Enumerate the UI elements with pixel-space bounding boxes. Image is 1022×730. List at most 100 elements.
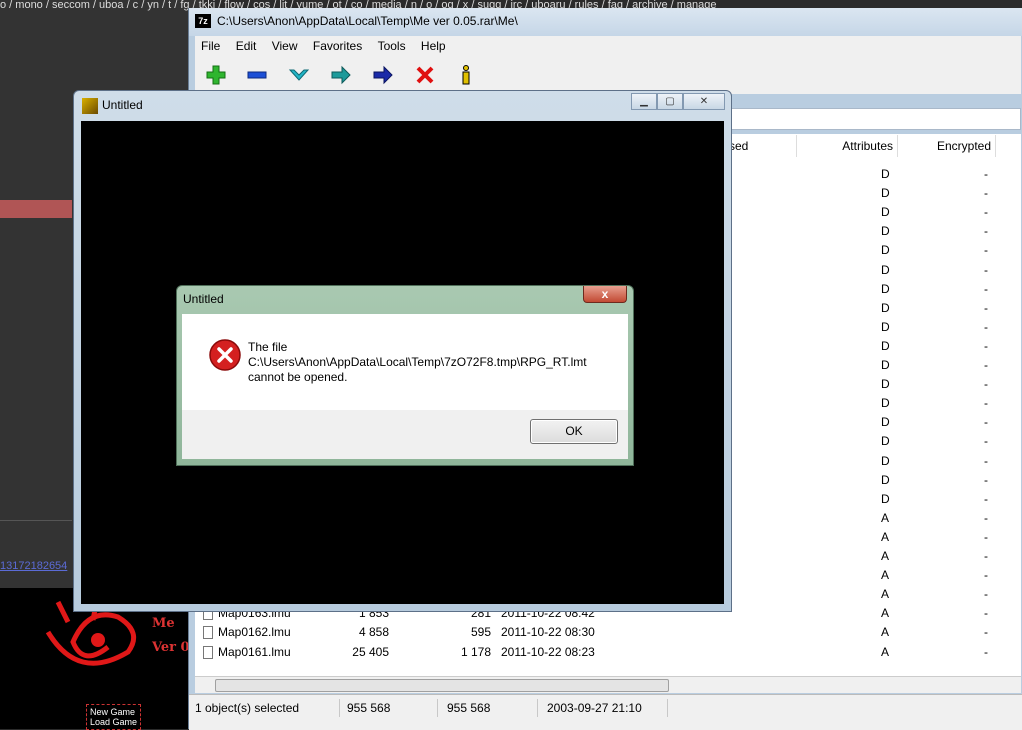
menu-tools[interactable]: Tools (372, 36, 412, 56)
file-encrypted: - (984, 606, 988, 621)
copy-button[interactable] (330, 64, 352, 86)
column-attributes[interactable]: Attributes (797, 135, 898, 157)
info-button[interactable] (455, 64, 477, 86)
file-attributes: D (881, 281, 890, 296)
archive-window-title: C:\Users\Anon\AppData\Local\Temp\Me ver … (217, 14, 518, 28)
error-icon (209, 339, 241, 371)
maximize-button[interactable]: ▢ (657, 93, 683, 110)
rpg-maker-icon (82, 98, 98, 114)
status-modified: 2003-09-27 21:10 (543, 699, 668, 717)
file-attributes: D (881, 300, 890, 315)
file-attributes: D (881, 472, 890, 487)
file-attributes: D (881, 262, 890, 277)
table-row[interactable]: Map0161.lmu 25 405 1 178 2011-10-22 08:23 A - (195, 643, 1021, 662)
menu-view[interactable]: View (266, 36, 304, 56)
menu-favorites[interactable]: Favorites (307, 36, 368, 56)
scrollbar-thumb[interactable] (215, 679, 669, 692)
delete-icon (416, 66, 434, 84)
file-encrypted: - (984, 186, 988, 201)
game-menu-new[interactable]: New Game (90, 707, 137, 717)
minimize-button[interactable]: ▁ (631, 93, 657, 110)
file-encrypted: - (984, 549, 988, 563)
table-row[interactable]: Map0162.lmu 4 858 595 2011-10-22 08:30 A - (195, 623, 1021, 642)
error-message-path: C:\Users\Anon\AppData\Local\Temp\7zO72F8… (248, 355, 587, 369)
file-encrypted: - (984, 644, 988, 659)
file-encrypted: - (984, 319, 988, 334)
file-encrypted: - (984, 625, 988, 640)
status-size: 955 568 (343, 699, 438, 717)
file-attributes: D (881, 396, 890, 411)
column-packed-size[interactable]: sed (725, 135, 797, 157)
file-attributes: D (881, 434, 890, 449)
background-post-link[interactable]: 13172182654 (0, 560, 72, 572)
file-attributes: D (881, 491, 890, 506)
file-attributes: D (881, 338, 890, 353)
caption-buttons: ▁ ▢ ✕ (631, 93, 725, 111)
file-encrypted: - (984, 453, 988, 468)
status-packed: 955 568 (443, 699, 538, 717)
file-packed-size: 1 178 (460, 644, 491, 659)
file-attributes: A (881, 568, 890, 583)
game-window-title: Untitled (102, 98, 143, 112)
menu-edit[interactable]: Edit (230, 36, 263, 56)
error-message-line1: The file (248, 340, 288, 354)
file-encrypted: - (984, 281, 988, 296)
file-encrypted: - (984, 491, 988, 506)
move-button[interactable] (372, 64, 394, 86)
dialog-close-button[interactable]: x (583, 286, 627, 303)
file-attributes: D (881, 377, 890, 392)
background-highlight-bar (0, 200, 72, 218)
delete-button[interactable] (414, 64, 436, 86)
file-encrypted: - (984, 529, 988, 544)
file-encrypted: - (984, 377, 988, 392)
error-dialog-footer: OK (182, 410, 628, 459)
menu-help[interactable]: Help (415, 36, 452, 56)
menu-file[interactable]: File (195, 36, 226, 56)
file-attributes: D (881, 167, 890, 181)
file-size: 4 858 (358, 625, 389, 640)
info-icon (462, 65, 470, 85)
extract-button[interactable] (246, 64, 268, 86)
file-attributes: D (881, 415, 890, 430)
close-button[interactable]: ✕ (683, 93, 725, 110)
error-dialog-body: The file C:\Users\Anon\AppData\Local\Tem… (182, 314, 628, 410)
file-encrypted: - (984, 434, 988, 449)
error-message-line3: cannot be opened. (248, 370, 348, 384)
status-bar: 1 object(s) selected 955 568 955 568 200… (189, 694, 1022, 730)
extract-icon (247, 71, 267, 79)
file-encrypted: - (984, 472, 988, 487)
file-encrypted: - (984, 262, 988, 277)
copy-icon (331, 65, 351, 85)
test-button[interactable] (288, 64, 310, 86)
error-message: The file C:\Users\Anon\AppData\Local\Tem… (248, 340, 587, 385)
file-attributes: D (881, 243, 890, 258)
column-encrypted[interactable]: Encrypted (898, 135, 996, 157)
move-icon (373, 65, 393, 85)
archive-titlebar[interactable]: 7z C:\Users\Anon\AppData\Local\Temp\Me v… (189, 8, 1022, 36)
toolbar (195, 56, 1021, 94)
add-button[interactable] (205, 64, 227, 86)
add-icon (206, 65, 226, 85)
file-encrypted: - (984, 205, 988, 220)
file-attributes: D (881, 205, 890, 220)
file-icon (203, 626, 213, 640)
file-packed-size: 595 (470, 625, 491, 640)
sevenzip-icon: 7z (195, 14, 211, 28)
file-encrypted: - (984, 358, 988, 372)
test-icon (288, 69, 310, 81)
file-name: Map0162.lmu (218, 625, 291, 640)
game-menu-load[interactable]: Load Game (90, 717, 137, 727)
file-modified: 2011-10-22 08:30 (501, 625, 595, 640)
file-attributes: A (881, 644, 890, 659)
file-name: Map0161.lmu (218, 644, 291, 659)
file-modified: 2011-10-22 08:23 (501, 644, 595, 659)
file-attributes: A (881, 529, 890, 544)
file-attributes: A (881, 606, 890, 621)
error-dialog: Untitled x The file C:\Users\Anon\AppDat… (176, 285, 634, 466)
horizontal-scrollbar[interactable] (195, 676, 1021, 693)
file-attributes: D (881, 186, 890, 201)
file-encrypted: - (984, 243, 988, 258)
file-attributes: D (881, 453, 890, 468)
ok-button[interactable]: OK (530, 419, 618, 444)
file-encrypted: - (984, 167, 988, 181)
